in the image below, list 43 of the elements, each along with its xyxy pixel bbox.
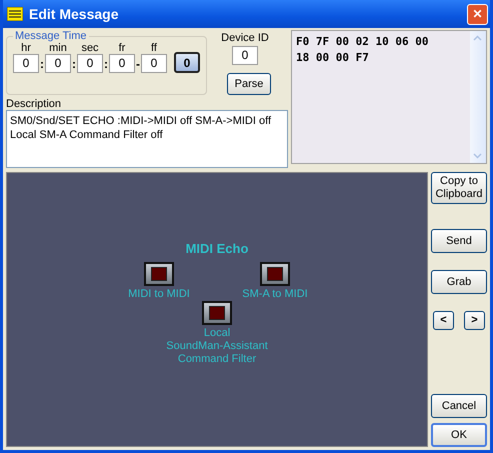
hex-field[interactable]: F0 7F 00 02 10 06 00 18 00 00 F7	[291, 30, 487, 164]
separator: -	[136, 56, 140, 73]
time-field[interactable]: 0	[141, 54, 167, 73]
app-icon	[7, 7, 23, 21]
window-title: Edit Message	[29, 6, 120, 22]
arrow-button[interactable]: >	[464, 311, 485, 330]
separator: :	[104, 56, 108, 73]
time-field[interactable]: 0	[109, 54, 135, 73]
field-label: hr	[21, 42, 31, 54]
zero-button[interactable]: 0	[174, 52, 200, 73]
hex-line: F0 7F 00 02 10 06 00	[296, 34, 430, 50]
separator: :	[72, 56, 76, 73]
description-line: Local SM-A Command Filter off	[10, 128, 163, 142]
device-id-field[interactable]: 0	[232, 46, 258, 65]
description-field[interactable]: SM0/Snd/SET ECHO :MIDI->MIDI off SM-A->MIDI off Local SM-A Command Filter off	[6, 110, 288, 168]
device-id-label: Device ID	[221, 32, 269, 44]
action-button[interactable]: Send	[431, 229, 487, 253]
toggle-label: SM-A to MIDI	[242, 288, 308, 301]
time-field[interactable]: 0	[45, 54, 71, 73]
field-label: min	[49, 42, 67, 54]
description-line: SM0/Snd/SET ECHO :MIDI->MIDI off SM-A->MIDI off	[10, 114, 272, 128]
parse-button[interactable]: Parse	[227, 73, 271, 95]
field-label: fr	[118, 42, 126, 54]
hex-line: 18 00 00 F7	[296, 50, 370, 66]
separator: :	[40, 56, 44, 73]
panel-title: MIDI Echo	[186, 241, 248, 256]
toggle-switch[interactable]	[144, 262, 174, 286]
arrow-button[interactable]: <	[433, 311, 454, 330]
action-button[interactable]: Copy to Clipboard	[431, 172, 487, 204]
action-button[interactable]: Grab	[431, 270, 487, 294]
close-button[interactable]: ✕	[467, 4, 488, 24]
field-label: ff	[151, 42, 157, 54]
time-field[interactable]: 0	[13, 54, 39, 73]
ok-button[interactable]: OK	[431, 423, 487, 447]
toggle-switch[interactable]	[260, 262, 290, 286]
field-label: sec	[81, 42, 99, 54]
description-label: Description	[6, 98, 62, 110]
group-label: Message Time	[14, 30, 88, 42]
toggle-label: Local SoundMan-Assistant Command Filter	[166, 327, 268, 366]
time-field[interactable]: 0	[77, 54, 103, 73]
action-button[interactable]: Cancel	[431, 394, 487, 418]
toggle-switch[interactable]	[202, 301, 232, 325]
toggle-label: MIDI to MIDI	[128, 288, 190, 301]
